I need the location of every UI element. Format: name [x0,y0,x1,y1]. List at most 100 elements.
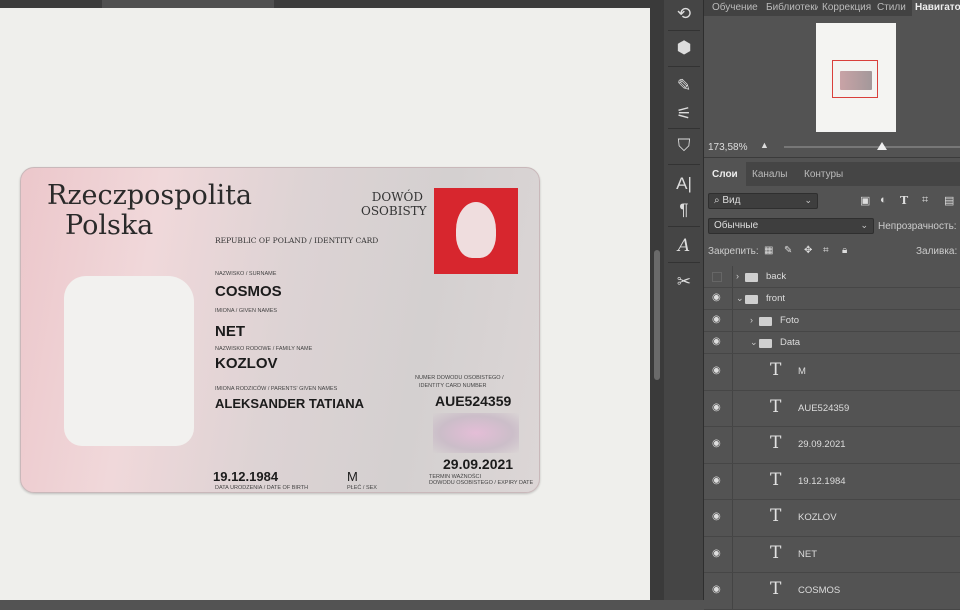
given-label: IMIONA / GIVEN NAMES [215,308,278,314]
layer-row-net[interactable]: ◉ T NET [704,536,960,573]
zoom-value[interactable]: 173,58% [708,142,747,153]
layer-name: back [766,271,787,282]
document-tab[interactable] [102,0,274,8]
tab-channels[interactable]: Каналы [752,169,788,180]
clone-source-icon[interactable]: ⛉ [670,132,698,160]
layer-row-back[interactable]: › back [704,266,960,288]
layer-name: front [766,293,786,304]
filter-type-icon[interactable]: T [900,194,908,207]
tab-libraries[interactable]: Библиотеки [766,2,818,13]
history-icon[interactable]: ⟲ [670,0,698,28]
navigator-zoom-row: 173,58% ▲ [704,136,960,158]
lock-transparent-icon[interactable]: ▦ [764,245,773,256]
visibility-eye-icon[interactable]: ◉ [712,336,721,347]
layer-row-kozlov[interactable]: ◉ T KOZLOV [704,500,960,537]
visibility-eye-icon[interactable]: ◉ [712,475,721,486]
visibility-eye-icon[interactable]: ◉ [712,548,721,559]
tab-learn[interactable]: Обучение [712,2,758,13]
blend-mode-dropdown[interactable]: Обычные ⌄ [708,218,874,234]
parents-label: IMIONA RODZICÓW / PARENTS' GIVEN NAMES [215,386,338,392]
lock-paint-icon[interactable]: ✎ [784,245,792,256]
tab-paths[interactable]: Контуры [804,169,843,180]
canvas-scrollbar[interactable] [650,0,664,600]
navigator-view-rect[interactable] [832,60,878,98]
zoom-slider-knob[interactable] [877,142,887,150]
visibility-eye-icon[interactable]: ◉ [712,365,721,376]
layer-row-foto[interactable]: ◉ › Foto [704,310,960,332]
zoom-slider[interactable] [784,146,960,148]
brushes-icon[interactable]: ⚟ [670,100,698,128]
chevron-right-icon[interactable]: › [750,315,753,325]
layer-name: KOZLOV [798,512,837,524]
visibility-eye-icon[interactable]: ◉ [712,511,721,522]
layer-name: 19.12.1984 [798,475,846,487]
visibility-eye-icon[interactable]: ◉ [712,438,721,449]
surname-label: NAZWISKO / SURNAME [215,271,277,277]
layer-row-cosmos[interactable]: ◉ T COSMOS [704,573,960,610]
layer-filter-dropdown[interactable]: ⌕ Вид ⌄ [708,193,818,209]
layer-row-data[interactable]: ◉ ⌄ Data [704,332,960,354]
visibility-eye-icon[interactable]: ◉ [712,314,721,325]
number-label-2: IDENTITY CARD NUMBER [419,383,487,389]
text-layer-icon: T [770,579,782,600]
visibility-eye-icon[interactable]: ◉ [712,402,721,413]
surname-value: COSMOS [215,283,282,300]
zoom-out-icon[interactable]: ▲ [760,140,769,150]
filter-label: Вид [722,195,741,206]
tab-styles[interactable]: Стили [877,2,906,13]
3d-icon[interactable]: ⬢ [670,34,698,62]
panel-icon-strip: ⟲ ⬢ ✎ ⚟ ⛉ A| ¶ A ✂ [664,0,704,600]
chevron-right-icon[interactable]: › [736,271,739,281]
filter-shape-icon[interactable]: ⌗ [922,194,928,207]
text-layer-icon: T [770,506,782,527]
visibility-eye-icon[interactable]: ◉ [712,292,721,303]
chevron-down-icon[interactable]: ⌄ [736,293,744,304]
chevron-down-icon: ⌄ [860,220,868,230]
paragraph-icon[interactable]: ¶ [670,196,698,224]
character-icon[interactable]: A| [670,170,698,198]
document-canvas[interactable]: Rzeczpospolita Polska DOWÓD OSOBISTY REPU… [0,8,650,600]
lock-all-icon[interactable]: 🔒︎ [842,245,847,256]
tool-presets-icon[interactable]: ✂ [670,268,698,296]
layer-name: 29.09.2021 [798,439,846,451]
blend-mode-value: Обычные [714,220,759,231]
layer-row-front[interactable]: ◉ ⌄ front [704,288,960,310]
lock-position-icon[interactable]: ✥ [804,245,812,256]
brush-settings-icon[interactable]: ✎ [670,72,698,100]
layer-name: M [798,366,806,378]
visibility-eye-icon[interactable]: ◉ [712,584,721,595]
layers-panel-tabs: Слои Каналы Контуры [704,162,960,186]
layer-row-m[interactable]: ◉ T M [704,354,960,391]
text-layer-icon: T [770,396,782,417]
navigator-preview[interactable] [704,16,960,136]
layer-name: Foto [780,315,800,326]
family-label: NAZWISKO RODOWE / FAMILY NAME [215,346,313,352]
layer-row-aue524359[interactable]: ◉ T AUE524359 [704,390,960,427]
layer-name: COSMOS [798,585,841,597]
text-layer-icon: T [770,469,782,490]
tab-adjustments[interactable]: Коррекция [822,2,874,13]
lock-label: Закрепить: [708,246,759,257]
tab-layers[interactable]: Слои [704,162,746,186]
emblem-image [434,188,518,274]
text-layer-icon: T [770,542,782,563]
scrollbar-thumb[interactable] [654,250,660,380]
filter-pixel-icon[interactable]: ▣ [860,194,870,207]
filter-adjustment-icon[interactable]: ◐ [880,194,887,206]
lock-artboard-icon[interactable]: ⌗ [823,245,829,256]
text-layer-icon: T [770,433,782,454]
given-value: NET [215,323,245,340]
glyphs-icon[interactable]: A [670,232,698,260]
layer-row-19-12-1984[interactable]: ◉ T 19.12.1984 [704,463,960,500]
chevron-down-icon: ⌄ [804,195,812,205]
layer-row-29-09-2021[interactable]: ◉ T 29.09.2021 [704,427,960,464]
family-value: KOZLOV [215,355,278,372]
dob-value: 19.12.1984 [213,469,279,484]
visibility-toggle[interactable] [712,272,722,282]
layer-name: Data [780,337,801,348]
navigator-thumbnail[interactable] [816,23,896,132]
filter-smart-object-icon[interactable]: ▤ [944,194,954,207]
tab-navigator[interactable]: Навигатор [912,0,960,16]
card-title-line2: Polska [65,210,154,241]
chevron-down-icon[interactable]: ⌄ [750,337,758,348]
